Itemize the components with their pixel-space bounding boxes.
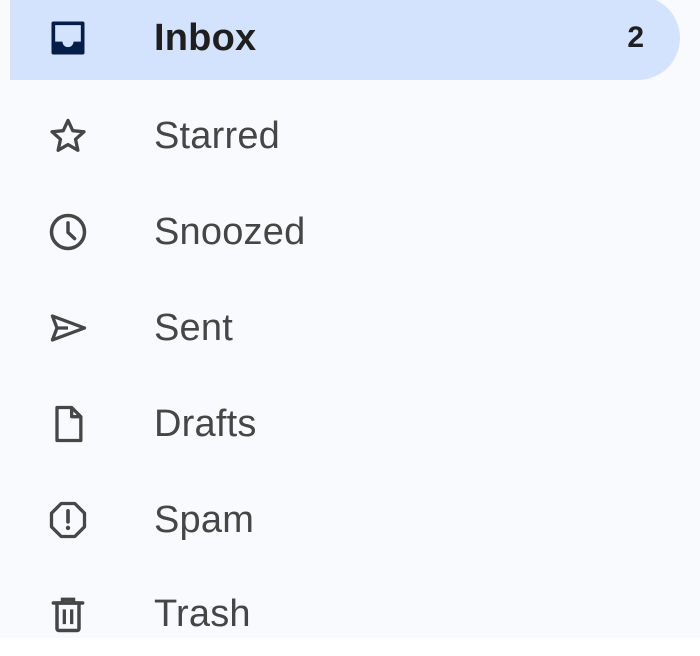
send-icon xyxy=(46,306,90,350)
draft-file-icon xyxy=(46,402,90,446)
nav-item-starred[interactable]: Starred xyxy=(10,94,680,178)
trash-icon xyxy=(46,592,90,636)
mail-nav-sidebar: Inbox 2 Starred Snoozed Sent Drafts Spam… xyxy=(0,0,700,638)
nav-item-label: Inbox xyxy=(154,17,257,59)
nav-item-inbox[interactable]: Inbox 2 xyxy=(10,0,680,80)
nav-item-label: Spam xyxy=(154,499,255,541)
inbox-icon xyxy=(46,16,90,60)
nav-item-snoozed[interactable]: Snoozed xyxy=(10,190,680,274)
star-icon xyxy=(46,114,90,158)
nav-item-drafts[interactable]: Drafts xyxy=(10,382,680,466)
nav-item-label: Snoozed xyxy=(154,211,306,253)
nav-item-label: Sent xyxy=(154,307,233,349)
nav-item-trash[interactable]: Trash xyxy=(10,572,680,656)
unread-count-badge: 2 xyxy=(627,21,644,54)
nav-item-sent[interactable]: Sent xyxy=(10,286,680,370)
nav-item-label: Trash xyxy=(154,593,251,635)
nav-item-spam[interactable]: Spam xyxy=(10,478,680,562)
clock-icon xyxy=(46,210,90,254)
nav-item-label: Starred xyxy=(154,115,281,157)
spam-alert-icon xyxy=(46,498,90,542)
nav-item-label: Drafts xyxy=(154,403,257,445)
